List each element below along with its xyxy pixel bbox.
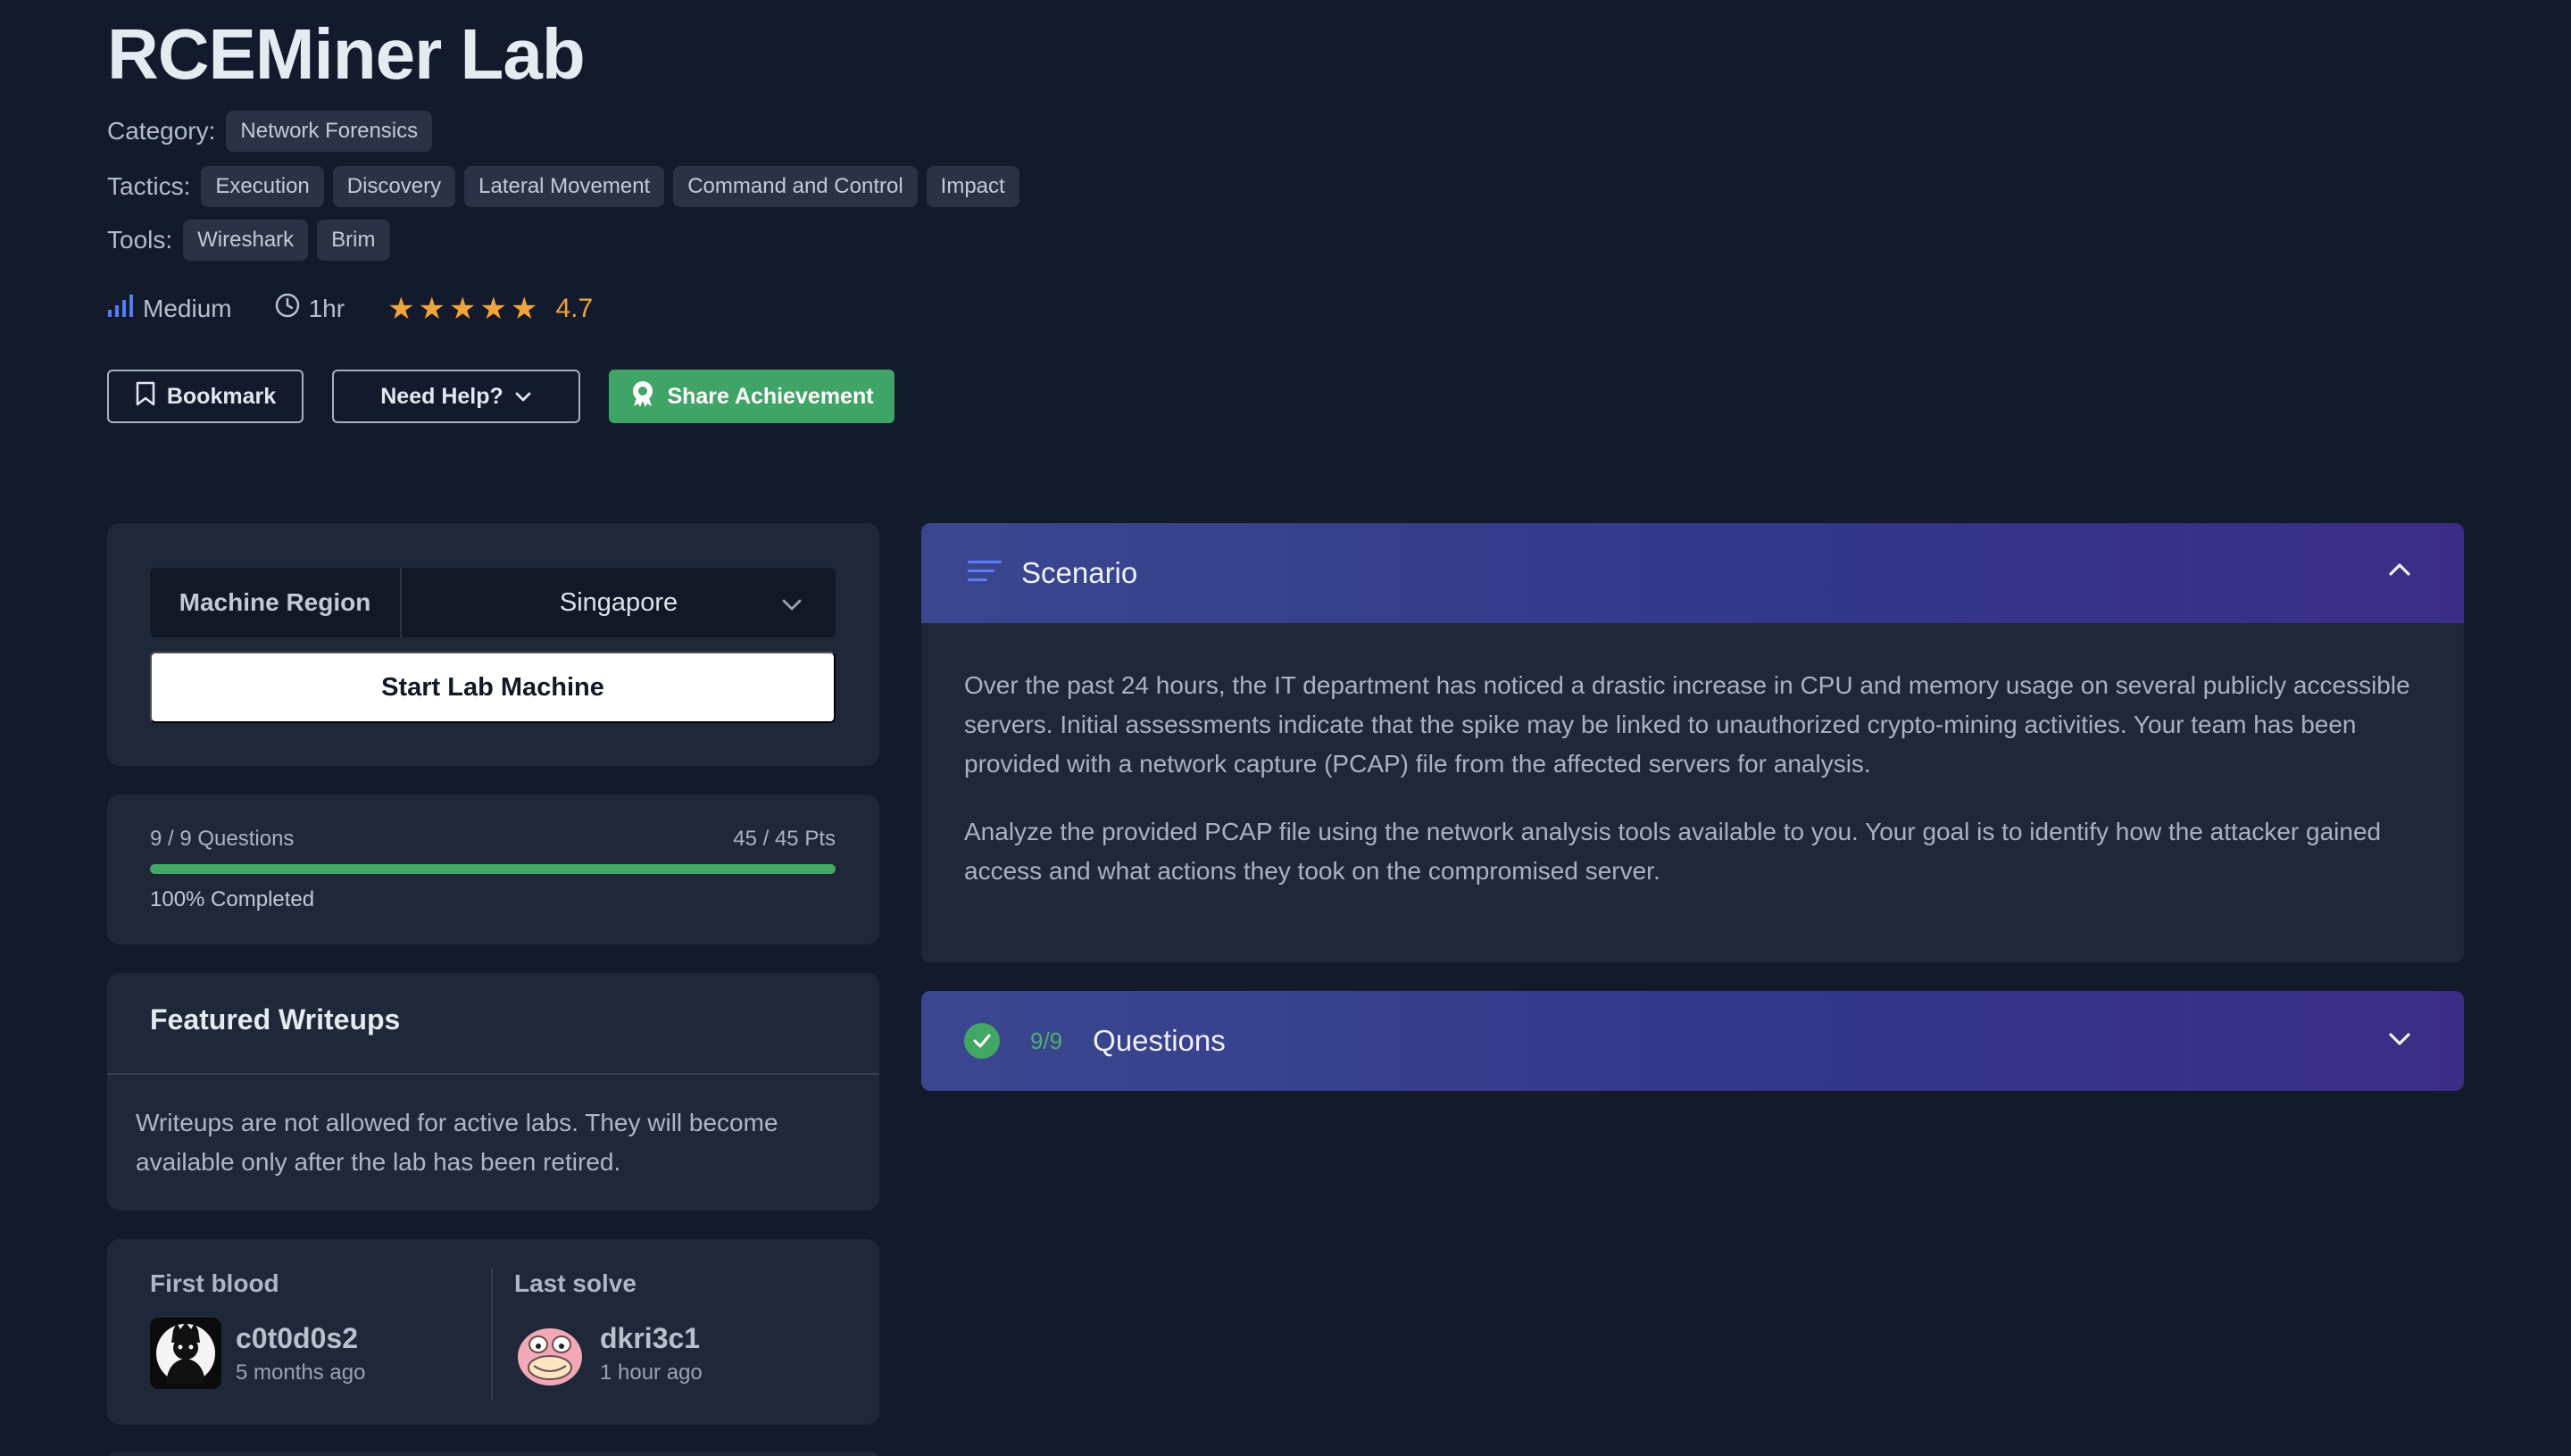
featured-writeups-title: Featured Writeups <box>150 1003 401 1036</box>
writeups-message: Writeups are not allowed for active labs… <box>136 1109 778 1176</box>
scenario-paragraph: Over the past 24 hours, the IT departmen… <box>964 671 2410 778</box>
progress-card: 9 / 9 Questions 45 / 45 Pts 100% Complet… <box>107 795 879 944</box>
chevron-up-icon[interactable] <box>2387 561 2412 583</box>
category-row: Category: Network Forensics <box>107 111 433 152</box>
tactics-label: Tactics: <box>107 172 191 200</box>
machine-region-select[interactable]: Machine Region Singapore <box>150 568 836 637</box>
questions-count: 9/9 <box>1030 1027 1063 1054</box>
award-icon <box>629 379 656 414</box>
tactic-tag[interactable]: Impact <box>926 166 1019 207</box>
machine-region-dropdown[interactable]: Singapore <box>402 568 836 637</box>
chevron-down-icon <box>514 384 532 410</box>
bookmark-icon <box>135 380 156 413</box>
last-solve-time: 1 hour ago <box>600 1360 703 1385</box>
last-solve-username[interactable]: dkri3c1 <box>600 1322 703 1355</box>
category-label: Category: <box>107 117 216 145</box>
clock-icon <box>275 293 300 324</box>
avatar[interactable] <box>514 1318 586 1389</box>
tools-row: Tools: Wireshark Brim <box>107 220 390 261</box>
machine-region-value: Singapore <box>559 587 678 617</box>
first-blood-label: First blood <box>150 1269 279 1297</box>
tool-tag[interactable]: Wireshark <box>183 220 309 261</box>
first-blood: First blood c0t0d0s2 5 months ago <box>150 1269 365 1389</box>
completion-text: 100% Completed <box>150 887 315 911</box>
share-achievement-button[interactable]: Share Achievement <box>609 370 894 423</box>
machine-card: Machine Region Singapore Start Lab Machi… <box>107 523 879 766</box>
need-help-button[interactable]: Need Help? <box>332 370 580 423</box>
last-solve-label: Last solve <box>514 1269 637 1297</box>
progress-bar <box>150 864 836 874</box>
star-icon: ★ <box>418 291 446 326</box>
star-icon: ★ <box>387 291 415 326</box>
scenario-title: Scenario <box>1021 556 1138 589</box>
bookmark-label: Bookmark <box>166 383 277 409</box>
check-circle-icon <box>964 1023 1000 1059</box>
tactic-tag[interactable]: Lateral Movement <box>464 166 665 207</box>
chevron-down-icon[interactable] <box>2387 1030 2412 1052</box>
scenario-paragraph: Analyze the provided PCAP file using the… <box>964 818 2382 885</box>
last-solve: Last solve dkri3c1 1 hour ago <box>514 1269 703 1389</box>
signal-bars-icon <box>107 294 134 323</box>
bookmark-button[interactable]: Bookmark <box>107 370 304 423</box>
progress-bar-fill <box>150 864 836 874</box>
questions-title: Questions <box>1093 1024 1226 1057</box>
tactic-tag[interactable]: Command and Control <box>673 166 918 207</box>
star-icon: ★ <box>479 291 507 326</box>
action-buttons: Bookmark Need Help? Share Achievement <box>107 370 894 423</box>
next-card-edge <box>107 1452 879 1456</box>
lab-title: RCEMiner Lab <box>107 14 586 94</box>
tool-tag[interactable]: Brim <box>317 220 390 261</box>
duration: 1hr <box>275 293 345 324</box>
solves-card: First blood c0t0d0s2 5 months ago Last s… <box>107 1239 879 1425</box>
difficulty-label: Medium <box>143 294 232 322</box>
share-label: Share Achievement <box>667 383 874 409</box>
lab-stats: Medium 1hr ★ ★ ★ ★ ★ 4.7 <box>107 293 636 324</box>
duration-label: 1hr <box>308 294 345 322</box>
difficulty: Medium <box>107 294 232 323</box>
questions-progress: 9 / 9 Questions <box>150 827 295 851</box>
category-tag[interactable]: Network Forensics <box>226 111 433 152</box>
tactics-row: Tactics: Execution Discovery Lateral Mov… <box>107 166 1019 207</box>
questions-header[interactable]: 9/9 Questions <box>921 991 2464 1091</box>
points-progress: 45 / 45 Pts <box>733 827 836 851</box>
need-help-label: Need Help? <box>380 383 503 409</box>
rating-stars: ★ ★ ★ ★ ★ <box>387 294 537 324</box>
machine-region-label: Machine Region <box>150 568 402 637</box>
rating: ★ ★ ★ ★ ★ 4.7 <box>387 294 593 324</box>
star-icon: ★ <box>511 291 538 326</box>
scenario-header[interactable]: Scenario <box>921 523 2464 623</box>
avatar[interactable] <box>150 1318 221 1389</box>
divider <box>107 1073 879 1075</box>
star-icon: ★ <box>449 291 477 326</box>
rating-value: 4.7 <box>555 293 594 323</box>
text-lines-icon <box>968 559 1002 588</box>
divider <box>491 1268 493 1400</box>
tactic-tag[interactable]: Discovery <box>332 166 456 207</box>
first-blood-username[interactable]: c0t0d0s2 <box>236 1322 365 1355</box>
tactic-tag[interactable]: Execution <box>201 166 324 207</box>
scenario-body: Over the past 24 hours, the IT departmen… <box>921 623 2464 962</box>
tools-label: Tools: <box>107 226 173 254</box>
first-blood-time: 5 months ago <box>236 1360 366 1385</box>
start-lab-machine-button[interactable]: Start Lab Machine <box>150 652 836 723</box>
chevron-down-icon <box>780 591 803 620</box>
featured-writeups-card: Featured Writeups Writeups are not allow… <box>107 973 879 1211</box>
